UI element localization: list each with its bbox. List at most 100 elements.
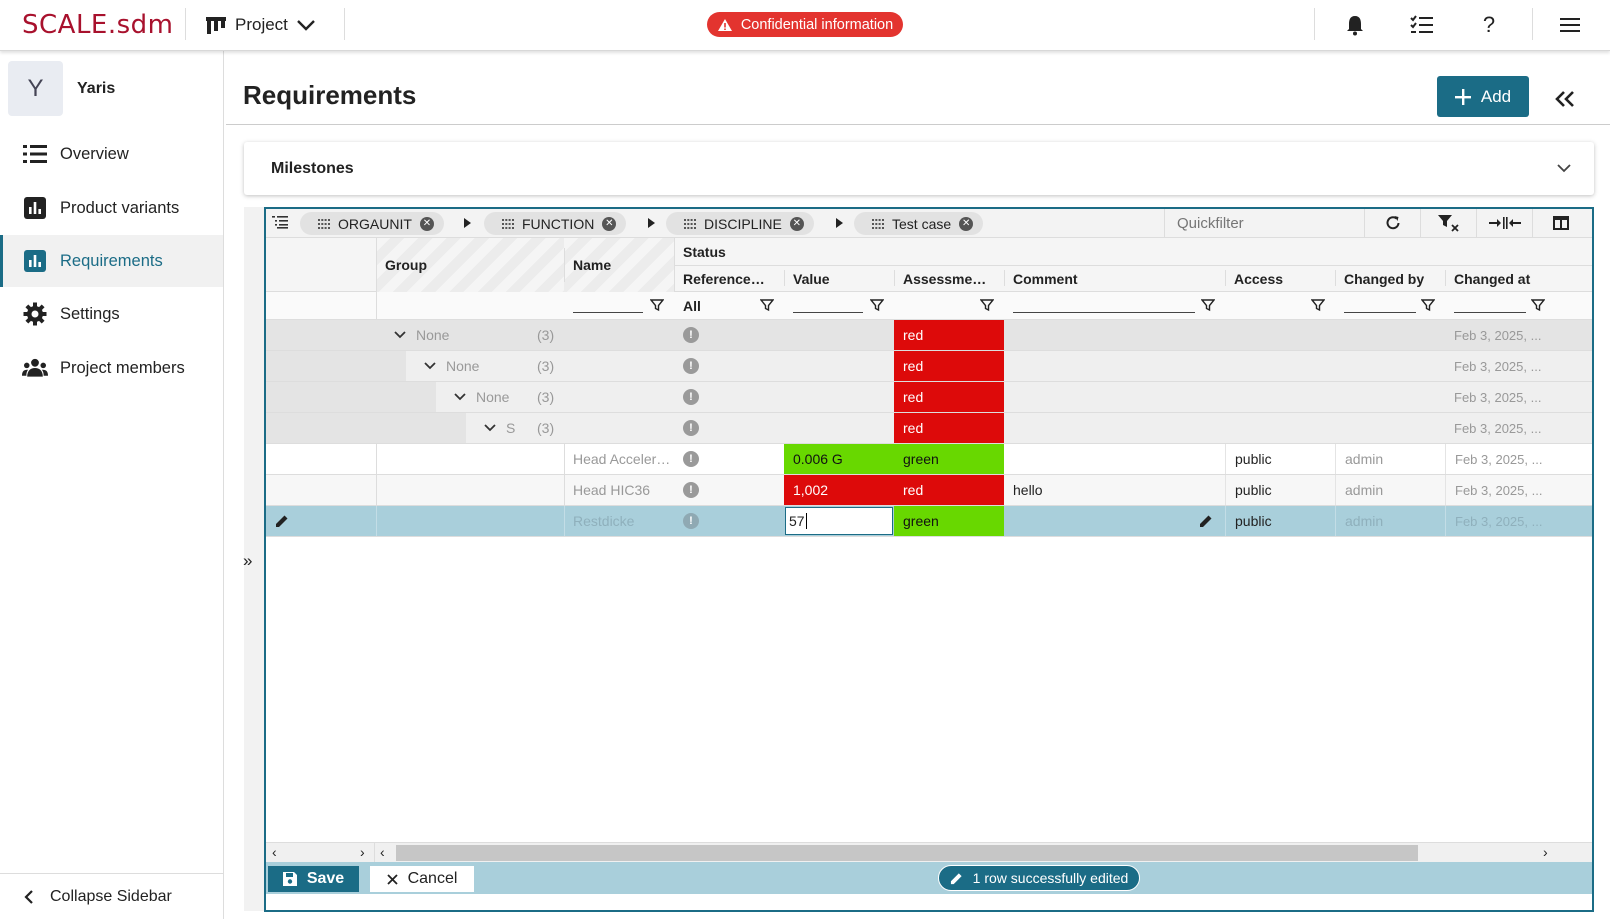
sidebar-item-requirements[interactable]: Requirements bbox=[0, 235, 223, 287]
table-row[interactable]: None (3) ! red Feb 3, 2025, ... bbox=[266, 382, 1592, 413]
sidebar-item-product-variants[interactable]: Product variants bbox=[0, 182, 223, 234]
refresh-icon[interactable] bbox=[1364, 209, 1420, 237]
edit-row-icon[interactable] bbox=[266, 506, 306, 536]
app-logo[interactable]: SCALE.sdm bbox=[22, 10, 174, 40]
value-cell[interactable]: 0.006 G bbox=[784, 444, 894, 474]
column-header-comment[interactable]: Comment bbox=[1013, 271, 1078, 287]
hamburger-menu-icon[interactable] bbox=[1557, 12, 1583, 38]
cancel-button[interactable]: Cancel bbox=[370, 866, 474, 892]
name-cell[interactable]: Head Acceler… bbox=[564, 444, 674, 474]
column-header-name-label: Name bbox=[573, 257, 612, 273]
column-header-changed-by[interactable]: Changed by bbox=[1344, 271, 1424, 287]
group-chip-discipline[interactable]: DISCIPLINE ✕ bbox=[666, 212, 814, 235]
value-cell-editor[interactable]: 57 bbox=[784, 506, 894, 536]
table-row[interactable]: S (3) ! red Feb 3, 2025, ... bbox=[266, 413, 1592, 444]
value-edit-input[interactable]: 57 bbox=[785, 507, 893, 535]
sidebar-item-label: Overview bbox=[60, 144, 129, 163]
group-toggle[interactable]: None bbox=[415, 351, 479, 381]
divider bbox=[374, 843, 375, 863]
table-row-editing[interactable]: Restdicke ! 57 green public admin Feb 3,… bbox=[266, 506, 1592, 537]
filter-icon[interactable] bbox=[760, 298, 774, 312]
filter-icon[interactable] bbox=[1531, 298, 1545, 312]
gear-icon bbox=[22, 301, 48, 327]
column-header-reference[interactable]: Reference… bbox=[683, 271, 765, 287]
remove-chip-icon[interactable]: ✕ bbox=[602, 216, 617, 231]
project-icon bbox=[206, 17, 226, 34]
sidebar-item-settings[interactable]: Settings bbox=[0, 288, 223, 340]
group-chip-orgaunit[interactable]: ORGAUNIT ✕ bbox=[300, 212, 444, 235]
filter-icon[interactable] bbox=[1311, 298, 1325, 312]
table-row[interactable]: Head Acceler… ! 0.006 G green public adm… bbox=[266, 444, 1592, 475]
divider bbox=[376, 444, 377, 474]
column-layout-icon[interactable] bbox=[1532, 209, 1588, 237]
bell-icon[interactable] bbox=[1342, 12, 1368, 38]
filter-icon[interactable] bbox=[650, 298, 664, 312]
value-cell[interactable]: 1,002 bbox=[784, 475, 894, 505]
comment-filter-input[interactable] bbox=[1013, 312, 1195, 313]
tree-list-icon[interactable] bbox=[272, 215, 288, 229]
scroll-right-icon[interactable]: › bbox=[1543, 844, 1548, 860]
name-cell[interactable]: Restdicke bbox=[564, 506, 674, 536]
requirements-grid: ORGAUNIT ✕ FUNCTION ✕ DISCIPLINE ✕ Test … bbox=[264, 207, 1594, 912]
remove-chip-icon[interactable]: ✕ bbox=[419, 216, 434, 231]
sidebar-item-label: Project members bbox=[60, 358, 185, 377]
group-toggle[interactable]: None bbox=[385, 320, 449, 350]
horizontal-scrollbar[interactable]: ‹ › ‹ › bbox=[266, 842, 1592, 863]
clear-filter-icon[interactable] bbox=[1420, 209, 1476, 237]
remove-chip-icon[interactable]: ✕ bbox=[789, 216, 804, 231]
comment-cell[interactable] bbox=[1004, 506, 1225, 536]
table-row[interactable]: Head HIC36 ! 1,002 red hello public admi… bbox=[266, 475, 1592, 506]
column-header-changed-at[interactable]: Changed at bbox=[1454, 271, 1530, 287]
help-icon[interactable]: ? bbox=[1476, 12, 1502, 38]
access-cell[interactable]: public bbox=[1225, 506, 1335, 536]
column-header-value[interactable]: Value bbox=[793, 271, 830, 287]
table-row[interactable]: None (3) ! red Feb 3, 2025, ... bbox=[266, 320, 1592, 351]
cancel-button-label: Cancel bbox=[407, 870, 458, 887]
comment-cell[interactable] bbox=[1004, 444, 1225, 474]
table-row[interactable]: None (3) ! red Feb 3, 2025, ... bbox=[266, 351, 1592, 382]
scrollbar-thumb[interactable] bbox=[396, 845, 1418, 861]
value-filter-input[interactable] bbox=[793, 312, 863, 313]
reference-cell: ! bbox=[674, 382, 784, 412]
reference-filter-select[interactable]: All bbox=[683, 298, 701, 314]
fit-columns-icon[interactable] bbox=[1476, 209, 1532, 237]
scroll-right-icon[interactable]: › bbox=[360, 844, 365, 860]
filter-icon[interactable] bbox=[1201, 298, 1215, 312]
filter-icon[interactable] bbox=[1421, 298, 1435, 312]
project-menu-button[interactable]: Project bbox=[205, 10, 316, 40]
filter-icon[interactable] bbox=[980, 298, 994, 312]
group-label: S bbox=[506, 420, 516, 436]
group-label: None bbox=[416, 327, 450, 343]
row-gutter bbox=[266, 413, 376, 443]
remove-chip-icon[interactable]: ✕ bbox=[959, 216, 974, 231]
access-cell[interactable]: public bbox=[1225, 475, 1335, 505]
save-button[interactable]: Save bbox=[268, 866, 359, 892]
changed-at-filter-input[interactable] bbox=[1454, 312, 1526, 313]
access-cell[interactable]: public bbox=[1225, 444, 1335, 474]
name-filter-input[interactable] bbox=[573, 312, 643, 313]
column-header-access[interactable]: Access bbox=[1234, 271, 1283, 287]
group-chip-function[interactable]: FUNCTION ✕ bbox=[484, 212, 627, 235]
filter-icon[interactable] bbox=[870, 298, 884, 312]
scroll-left-icon[interactable]: ‹ bbox=[380, 844, 385, 860]
name-cell[interactable]: Head HIC36 bbox=[564, 475, 674, 505]
expand-panel-icon[interactable]: » bbox=[243, 551, 252, 571]
changed-at-cell: Feb 3, 2025, ... bbox=[1454, 358, 1542, 374]
comment-cell[interactable]: hello bbox=[1004, 475, 1225, 505]
group-chip-test-case[interactable]: Test case ✕ bbox=[854, 212, 984, 235]
column-header-assessment[interactable]: Assessme… bbox=[903, 271, 986, 287]
collapse-sidebar-button[interactable]: Collapse Sidebar bbox=[0, 873, 223, 919]
group-toggle[interactable]: S bbox=[475, 413, 520, 443]
group-toggle[interactable]: None bbox=[445, 382, 509, 412]
chart-icon bbox=[22, 195, 48, 221]
edit-pencil-icon[interactable] bbox=[1199, 514, 1213, 528]
sidebar-item-overview[interactable]: Overview bbox=[0, 128, 223, 180]
changed-by-filter-input[interactable] bbox=[1344, 312, 1416, 313]
scroll-left-icon[interactable]: ‹ bbox=[272, 844, 277, 860]
quickfilter-input[interactable] bbox=[1164, 209, 1364, 237]
double-chevron-left-icon[interactable] bbox=[1554, 84, 1576, 115]
add-button[interactable]: Add bbox=[1437, 76, 1529, 117]
tasks-icon[interactable] bbox=[1409, 12, 1435, 38]
milestones-panel[interactable]: Milestones bbox=[244, 142, 1594, 195]
sidebar-item-project-members[interactable]: Project members bbox=[0, 342, 223, 394]
